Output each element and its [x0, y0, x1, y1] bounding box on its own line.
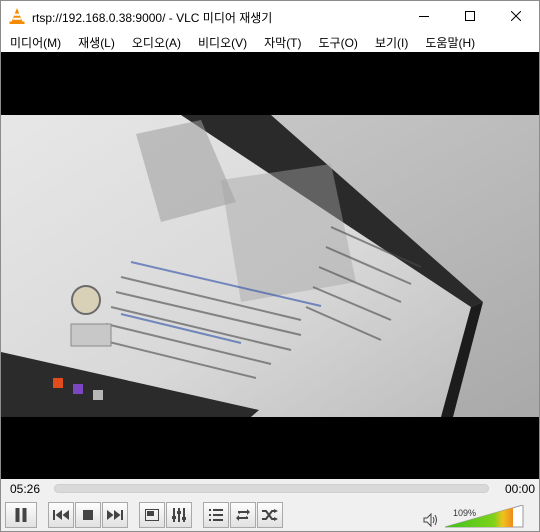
menu-help[interactable]: 도움말(H) [425, 31, 475, 52]
menu-bar: 미디어(M) 재생(L) 오디오(A) 비디오(V) 자막(T) 도구(O) 보… [1, 31, 539, 52]
maximize-button[interactable] [447, 1, 493, 31]
minimize-icon [419, 16, 429, 17]
previous-button[interactable] [48, 502, 74, 528]
vlc-cone-icon [8, 7, 26, 25]
menu-video[interactable]: 비디오(V) [198, 31, 247, 52]
skip-forward-icon [107, 510, 123, 520]
stop-icon [83, 510, 93, 520]
window-title: rtsp://192.168.0.38:9000/ - VLC 미디어 재생기 [32, 11, 273, 25]
minimize-button[interactable] [401, 1, 447, 31]
extended-settings-button[interactable] [166, 502, 192, 528]
shuffle-button[interactable] [257, 502, 283, 528]
video-frame [1, 115, 539, 417]
equalizer-icon [172, 508, 186, 522]
menu-view[interactable]: 보기(I) [375, 31, 408, 52]
playlist-icon [209, 509, 223, 521]
next-button[interactable] [102, 502, 128, 528]
video-area[interactable] [1, 52, 539, 479]
pause-button[interactable] [5, 502, 37, 528]
menu-playback[interactable]: 재생(L) [78, 31, 115, 52]
volume-slider[interactable] [445, 505, 525, 529]
title-bar[interactable]: rtsp://192.168.0.38:9000/ - VLC 미디어 재생기 [1, 1, 539, 31]
stop-button[interactable] [75, 502, 101, 528]
menu-audio[interactable]: 오디오(A) [132, 31, 181, 52]
menu-media[interactable]: 미디어(M) [10, 31, 61, 52]
close-icon [511, 11, 521, 21]
maximize-icon [465, 11, 475, 21]
menu-tools[interactable]: 도구(O) [319, 31, 358, 52]
loop-button[interactable] [230, 502, 256, 528]
shuffle-icon [262, 509, 278, 521]
controls-bar: 109% [1, 499, 539, 531]
fullscreen-button[interactable] [139, 502, 165, 528]
loop-icon [236, 509, 250, 521]
seek-row: 05:26 00:00 [1, 479, 539, 499]
seek-slider[interactable] [54, 484, 489, 493]
elapsed-time[interactable]: 05:26 [10, 482, 40, 496]
menu-subtitle[interactable]: 자막(T) [264, 31, 301, 52]
playlist-button[interactable] [203, 502, 229, 528]
skip-back-icon [53, 510, 69, 520]
vlc-window: rtsp://192.168.0.38:9000/ - VLC 미디어 재생기 … [0, 0, 540, 532]
close-button[interactable] [493, 1, 539, 31]
fullscreen-icon [145, 509, 159, 521]
speaker-icon[interactable] [423, 512, 439, 531]
pause-icon [15, 508, 27, 522]
total-time[interactable]: 00:00 [505, 482, 535, 496]
